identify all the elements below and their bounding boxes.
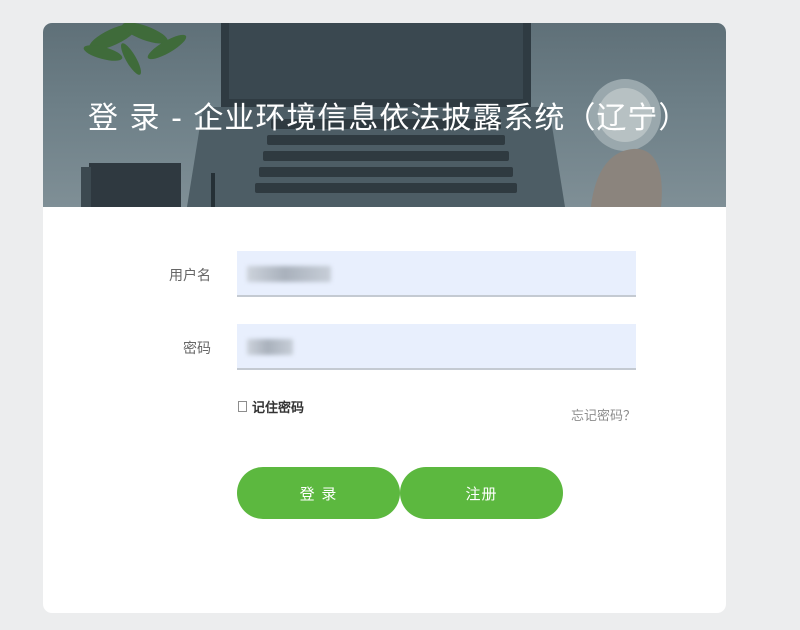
username-value-redacted — [247, 266, 331, 282]
forgot-password-link[interactable]: 忘记密码？ — [571, 405, 636, 424]
username-row: 用户名 — [43, 251, 726, 297]
login-button[interactable]: 登 录 — [237, 467, 400, 519]
remember-password-option[interactable]: 记住密码 — [238, 397, 304, 416]
username-label: 用户名 — [169, 268, 211, 284]
remember-checkbox[interactable] — [238, 401, 247, 412]
header-banner: 登 录 - 企业环境信息依法披露系统（辽宁） — [43, 23, 726, 207]
remember-label: 记住密码 — [252, 401, 305, 416]
page-title: 登 录 - 企业环境信息依法披露系统（辽宁） — [88, 101, 690, 136]
login-card: 登 录 - 企业环境信息依法披露系统（辽宁） 用户名 密码 记住密码 忘记密码？… — [43, 23, 726, 613]
register-button[interactable]: 注册 — [400, 467, 563, 519]
password-label: 密码 — [183, 341, 211, 357]
password-row: 密码 — [43, 324, 726, 370]
password-value-redacted — [247, 339, 293, 355]
password-input[interactable] — [237, 324, 636, 370]
